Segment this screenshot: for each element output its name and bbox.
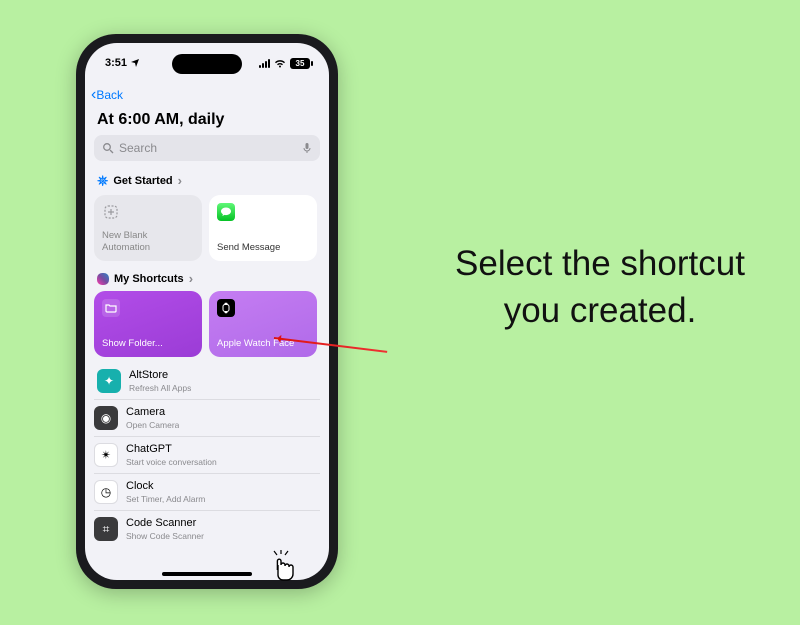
content-area: At 6:00 AM, daily Search 𖤓 Get Started ›… — [85, 107, 329, 580]
search-placeholder: Search — [119, 141, 297, 155]
app-row[interactable]: ✦ AltStoreRefresh All Apps — [94, 367, 320, 399]
app-text: CameraOpen Camera — [126, 406, 179, 429]
wifi-icon — [274, 59, 286, 68]
back-button[interactable]: ‹ Back — [85, 83, 329, 107]
section-my-shortcuts-header[interactable]: My Shortcuts › — [94, 269, 320, 291]
back-label: Back — [96, 88, 123, 102]
app-subtitle: Set Timer, Add Alarm — [126, 494, 205, 504]
messages-icon — [217, 203, 235, 221]
search-input[interactable]: Search — [94, 135, 320, 161]
watch-icon — [217, 299, 235, 317]
dynamic-island — [172, 54, 242, 74]
page-title: At 6:00 AM, daily — [94, 107, 320, 135]
pointer-cursor-icon — [263, 550, 299, 586]
app-subtitle: Refresh All Apps — [129, 383, 191, 393]
location-icon — [130, 58, 140, 68]
lightbulb-icon: 𖤓 — [97, 172, 108, 189]
chevron-right-icon: › — [178, 174, 182, 187]
cellular-signal-icon — [259, 59, 270, 68]
app-icon: ◉ — [94, 406, 118, 430]
app-row[interactable]: ◷ ClockSet Timer, Add Alarm — [94, 473, 320, 510]
card-new-blank-automation[interactable]: New Blank Automation — [94, 195, 202, 261]
folder-icon — [102, 299, 120, 317]
app-row[interactable]: ◉ CameraOpen Camera — [94, 399, 320, 436]
app-icon: ◷ — [94, 480, 118, 504]
app-subtitle: Open Camera — [126, 420, 179, 430]
app-text: ChatGPTStart voice conversation — [126, 443, 217, 466]
card-send-message[interactable]: Send Message — [209, 195, 317, 261]
tile-label: Show Folder... — [102, 338, 194, 349]
app-subtitle: Show Code Scanner — [126, 531, 204, 541]
get-started-cards: New Blank Automation Send Message Sp — [94, 195, 320, 261]
card-label: Send Message — [217, 242, 309, 253]
new-automation-icon — [102, 203, 120, 221]
app-text: ClockSet Timer, Add Alarm — [126, 480, 205, 503]
app-name: Camera — [126, 406, 179, 419]
app-name: AltStore — [129, 369, 191, 382]
section-get-started-label: Get Started — [113, 175, 172, 187]
tile-show-folder[interactable]: Show Folder... — [94, 291, 202, 357]
shortcuts-icon — [97, 273, 109, 285]
app-text: AltStoreRefresh All Apps — [129, 369, 191, 392]
app-list: ✦ AltStoreRefresh All Apps ◉ CameraOpen Cam… — [94, 367, 320, 547]
app-name: ChatGPT — [126, 443, 217, 456]
app-name: Clock — [126, 480, 205, 493]
battery-level: 35 — [296, 59, 305, 68]
card-label: New Blank Automation — [102, 230, 194, 253]
home-indicator[interactable] — [162, 572, 252, 576]
battery-icon: 35 — [290, 58, 313, 69]
app-name: Code Scanner — [126, 517, 204, 530]
section-get-started-header[interactable]: 𖤓 Get Started › — [94, 169, 320, 195]
my-shortcuts-tiles: Show Folder... Apple Watch Face Ph — [94, 291, 320, 357]
status-time: 3:51 — [105, 57, 127, 69]
app-subtitle: Start voice conversation — [126, 457, 217, 467]
app-icon: ✴ — [94, 443, 118, 467]
phone-frame: 3:51 35 ‹ Back At 6:00 AM, daily Search — [76, 34, 338, 589]
screen: 3:51 35 ‹ Back At 6:00 AM, daily Search — [85, 43, 329, 580]
app-icon: ✦ — [97, 369, 121, 393]
chevron-right-icon: › — [189, 272, 193, 285]
instruction-text: Select the shortcut you created. — [440, 240, 760, 335]
section-my-shortcuts-label: My Shortcuts — [114, 273, 184, 285]
mic-icon[interactable] — [302, 142, 312, 155]
app-text: Code ScannerShow Code Scanner — [126, 517, 204, 540]
app-icon: ⌗ — [94, 517, 118, 541]
app-row[interactable]: ✴ ChatGPTStart voice conversation — [94, 436, 320, 473]
search-icon — [102, 142, 114, 154]
app-row[interactable]: ⌗ Code ScannerShow Code Scanner — [94, 510, 320, 547]
tile-apple-watch-face[interactable]: Apple Watch Face — [209, 291, 317, 357]
